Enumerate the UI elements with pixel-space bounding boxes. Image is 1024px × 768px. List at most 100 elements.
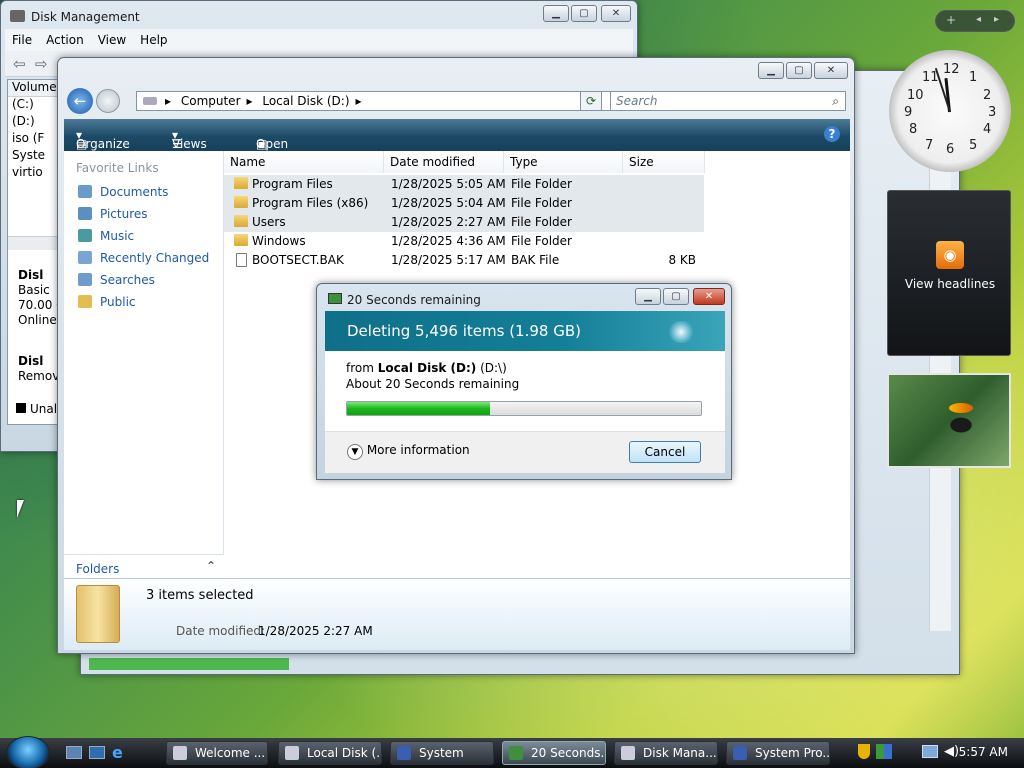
welcome-app-icon bbox=[173, 746, 187, 760]
task-label: Welcome ... bbox=[195, 746, 266, 760]
task-label: Disk Mana... bbox=[643, 746, 717, 760]
organize-button[interactable]: ▤ Organize ▾ bbox=[76, 128, 130, 151]
switch-windows-icon[interactable] bbox=[89, 746, 105, 759]
nav-pictures-label: Pictures bbox=[100, 207, 148, 221]
column-type[interactable]: Type bbox=[504, 151, 623, 173]
cancel-button[interactable]: Cancel bbox=[629, 441, 701, 463]
file-row[interactable]: Program Files (x86) 1/28/2025 5:04 AM Fi… bbox=[224, 194, 704, 213]
network-icon[interactable] bbox=[922, 745, 938, 758]
explorer-titlebar[interactable]: ▁ ▢ ✕ bbox=[58, 58, 854, 86]
menu-help[interactable]: Help bbox=[133, 29, 174, 51]
navigation-pane: Favorite Links Documents Pictures Music … bbox=[64, 151, 224, 578]
forward-button[interactable] bbox=[96, 89, 120, 113]
dialog-titlebar[interactable]: 20 Seconds remaining ▁ ▢ ✕ bbox=[317, 284, 731, 312]
folders-toggle[interactable]: Folders ⌃ bbox=[64, 554, 224, 578]
dialog-heading: Deleting 5,496 items (1.98 GB) bbox=[347, 322, 581, 340]
explorer-maximize-button[interactable]: ▢ bbox=[786, 62, 812, 79]
menu-action[interactable]: Action bbox=[39, 29, 91, 51]
system-app-icon bbox=[397, 746, 411, 760]
dialog-maximize-button[interactable]: ▢ bbox=[663, 288, 689, 305]
refresh-icon[interactable]: ⟳ bbox=[580, 91, 602, 111]
chevron-up-icon: ⌃ bbox=[205, 559, 216, 573]
view-headlines-label[interactable]: View headlines bbox=[888, 277, 1012, 291]
minimize-button[interactable]: ▁ bbox=[543, 5, 569, 22]
security-shield-icon[interactable] bbox=[858, 744, 870, 759]
explorer-close-button[interactable]: ✕ bbox=[814, 62, 848, 79]
task-welcome[interactable]: Welcome ... bbox=[166, 741, 268, 765]
nav-documents[interactable]: Documents bbox=[78, 185, 168, 199]
address-bar[interactable]: ▸ Computer▸ Local Disk (D:)▸ ▼ bbox=[136, 91, 632, 111]
dialog-footer: ▼ More information Cancel bbox=[325, 431, 725, 473]
task-system[interactable]: System bbox=[390, 741, 494, 765]
clock-number: 8 bbox=[909, 122, 918, 137]
column-size[interactable]: Size bbox=[623, 151, 705, 173]
file-row[interactable]: Windows 1/28/2025 4:36 AM File Folder bbox=[224, 232, 704, 251]
legend-swatch bbox=[16, 403, 26, 413]
column-name[interactable]: Name bbox=[224, 151, 384, 173]
disk-management-menubar: File Action View Help bbox=[5, 29, 633, 51]
rss-feed-icon: ◉ bbox=[936, 241, 964, 269]
more-information-toggle[interactable]: ▼ More information bbox=[347, 443, 470, 460]
show-desktop-icon[interactable] bbox=[66, 746, 82, 759]
next-gadget-icon[interactable]: ▸ bbox=[994, 14, 999, 25]
task-delete-progress[interactable]: 20 Seconds... bbox=[502, 741, 606, 765]
more-information-label: More information bbox=[366, 443, 470, 457]
previous-gadget-icon[interactable]: ◂ bbox=[976, 14, 981, 25]
views-button[interactable]: ☰ Views ▾ bbox=[172, 128, 207, 151]
progress-bar bbox=[346, 401, 702, 416]
clock-number: 2 bbox=[983, 88, 992, 103]
file-row[interactable]: Program Files 1/28/2025 5:05 AM File Fol… bbox=[224, 175, 704, 194]
nav-searches[interactable]: Searches bbox=[78, 273, 155, 287]
file-date: 1/28/2025 4:36 AM bbox=[391, 234, 506, 248]
background-scrollbar[interactable] bbox=[929, 111, 951, 631]
system-properties-app-icon bbox=[733, 746, 747, 760]
public-folder-icon bbox=[78, 295, 92, 308]
help-icon[interactable]: ? bbox=[824, 126, 840, 142]
clock-number: 10 bbox=[907, 88, 924, 103]
background-progress-strip bbox=[89, 658, 289, 670]
disk-management-app-icon bbox=[621, 746, 635, 760]
selection-count: 3 items selected bbox=[146, 588, 254, 603]
feed-headlines-gadget[interactable]: ◉ View headlines bbox=[887, 190, 1011, 356]
close-button[interactable]: ✕ bbox=[601, 5, 631, 22]
open-label: Open bbox=[256, 137, 289, 151]
clock-gadget[interactable]: 12 1 2 3 4 5 6 7 8 9 10 11 bbox=[889, 50, 1011, 172]
dialog-minimize-button[interactable]: ▁ bbox=[635, 288, 661, 305]
task-system-properties[interactable]: System Pro... bbox=[726, 741, 830, 765]
search-icon[interactable]: ⌕ bbox=[832, 92, 839, 110]
nav-pictures[interactable]: Pictures bbox=[78, 207, 148, 221]
forward-arrow-icon[interactable]: ⇨ bbox=[35, 55, 48, 73]
nav-public[interactable]: Public bbox=[78, 295, 136, 309]
action-center-icon[interactable] bbox=[876, 744, 892, 759]
clock-number: 9 bbox=[904, 105, 913, 120]
menu-view[interactable]: View bbox=[91, 29, 133, 51]
file-row[interactable]: Users 1/28/2025 2:27 AM File Folder bbox=[224, 213, 704, 232]
task-disk-management[interactable]: Disk Mana... bbox=[614, 741, 718, 765]
dialog-close-button[interactable]: ✕ bbox=[693, 288, 725, 305]
internet-explorer-icon[interactable]: e bbox=[112, 743, 123, 762]
add-gadget-icon[interactable]: + bbox=[946, 13, 956, 27]
back-button[interactable]: ← bbox=[67, 88, 93, 114]
disk-management-titlebar[interactable]: Disk Management ▁ ▢ ✕ bbox=[1, 1, 637, 29]
start-button[interactable] bbox=[6, 736, 50, 768]
task-local-disk[interactable]: Local Disk (... bbox=[278, 741, 382, 765]
file-name: Program Files (x86) bbox=[252, 196, 369, 210]
search-input[interactable]: Search ⌕ bbox=[610, 91, 846, 111]
explorer-minimize-button[interactable]: ▁ bbox=[758, 62, 784, 79]
maximize-button[interactable]: ▢ bbox=[571, 5, 597, 22]
file-size: 8 KB bbox=[668, 253, 696, 267]
breadcrumb-local-disk[interactable]: Local Disk (D:) bbox=[262, 94, 349, 108]
nav-music[interactable]: Music bbox=[78, 229, 134, 243]
pictures-icon bbox=[78, 207, 92, 220]
clock-number: 7 bbox=[925, 138, 934, 153]
file-type: BAK File bbox=[511, 253, 560, 267]
breadcrumb-computer[interactable]: Computer bbox=[181, 94, 241, 108]
volume-icon[interactable]: ◀) bbox=[944, 744, 959, 759]
menu-file[interactable]: File bbox=[5, 29, 39, 51]
nav-recently-changed[interactable]: Recently Changed bbox=[78, 251, 209, 265]
clock-time[interactable]: 5:57 AM bbox=[959, 745, 1008, 759]
column-date-modified[interactable]: Date modified bbox=[384, 151, 504, 173]
back-arrow-icon[interactable]: ⇦ bbox=[13, 55, 26, 73]
slideshow-gadget[interactable] bbox=[887, 373, 1011, 468]
file-row[interactable]: BOOTSECT.BAK 1/28/2025 5:17 AM BAK File … bbox=[224, 251, 704, 270]
